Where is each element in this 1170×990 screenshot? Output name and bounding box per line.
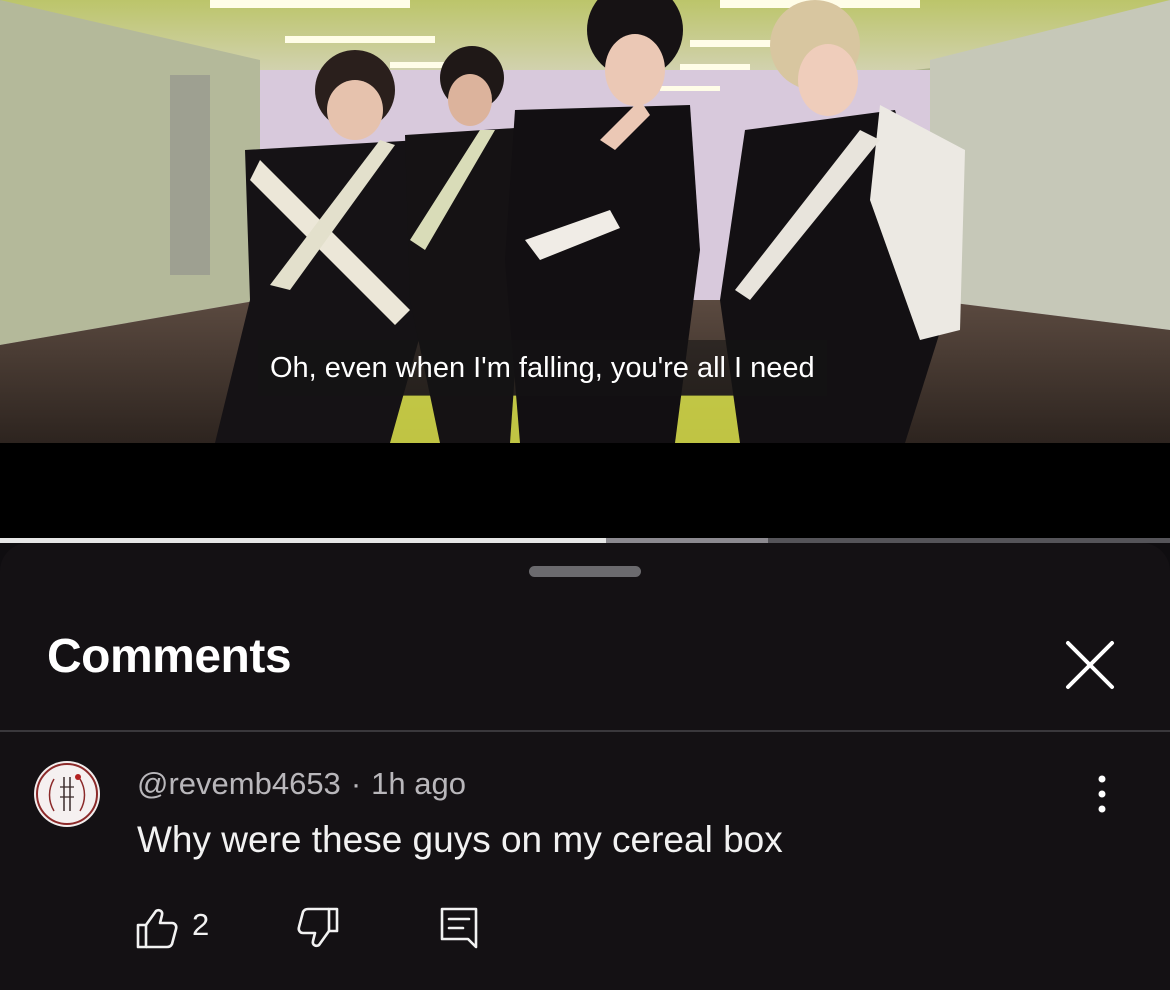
avatar[interactable] bbox=[34, 761, 100, 827]
close-button[interactable] bbox=[1058, 633, 1122, 697]
comments-title: Comments bbox=[47, 630, 292, 683]
thumb-up-icon bbox=[136, 908, 178, 949]
more-vert-icon bbox=[1098, 775, 1106, 813]
meta-separator: · bbox=[350, 766, 362, 801]
comment-time: 1h ago bbox=[371, 766, 466, 801]
video-subtitle: Oh, even when I'm falling, you're all I … bbox=[258, 340, 827, 396]
video-letterbox bbox=[0, 443, 1170, 538]
comments-sheet: Comments @revemb4653 · 1h ago Why were t… bbox=[0, 543, 1170, 990]
reply-button[interactable] bbox=[436, 905, 482, 951]
avatar-image bbox=[36, 763, 98, 825]
header-divider bbox=[0, 730, 1170, 732]
close-icon bbox=[1066, 641, 1114, 689]
comment-more-button[interactable] bbox=[1086, 773, 1118, 815]
comment-item: @revemb4653 · 1h ago Why were these guys o… bbox=[0, 733, 1170, 990]
app-root: Oh, even when I'm falling, you're all I … bbox=[0, 0, 1170, 990]
sheet-drag-handle[interactable] bbox=[529, 566, 641, 577]
thumb-down-icon bbox=[297, 907, 339, 948]
comment-author[interactable]: @revemb4653 bbox=[137, 766, 341, 801]
comment-meta: @revemb4653 · 1h ago bbox=[137, 766, 466, 802]
dislike-button[interactable] bbox=[295, 905, 341, 951]
reply-icon bbox=[440, 907, 478, 949]
like-count: 2 bbox=[192, 907, 210, 942]
like-button[interactable]: 2 bbox=[134, 905, 224, 951]
comment-text: Why were these guys on my cereal box bbox=[137, 819, 783, 860]
video-player[interactable]: Oh, even when I'm falling, you're all I … bbox=[0, 0, 1170, 443]
